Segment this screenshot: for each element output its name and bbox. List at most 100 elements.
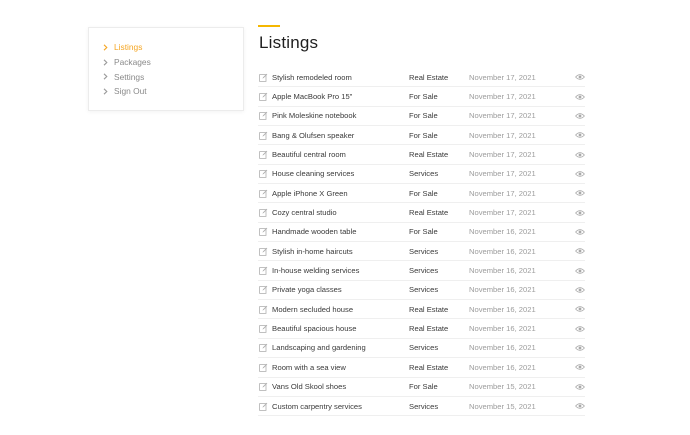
table-row[interactable]: Stylish remodeled room Real Estate Novembe…	[258, 68, 585, 88]
listing-name[interactable]: Beautiful central room	[272, 150, 409, 159]
sidebar-item-packages[interactable]: Packages	[89, 55, 243, 70]
sidebar-item-label: Sign Out	[114, 86, 147, 97]
eye-icon[interactable]	[575, 228, 585, 236]
listing-category: For Sale	[409, 227, 438, 237]
table-row[interactable]: Landscaping and gardening Services Novembe…	[258, 339, 585, 359]
eye-icon[interactable]	[575, 93, 585, 101]
table-row[interactable]: Stylish in-home haircuts Services November…	[258, 242, 585, 262]
edit-icon[interactable]	[259, 382, 268, 391]
eye-icon[interactable]	[575, 247, 585, 255]
listing-name[interactable]: Stylish in-home haircuts	[272, 247, 409, 256]
table-row[interactable]: Apple MacBook Pro 15" For Sale November 17…	[258, 87, 585, 107]
listing-name[interactable]: Modern secluded house	[272, 305, 409, 314]
eye-icon[interactable]	[575, 189, 585, 197]
eye-icon[interactable]	[575, 344, 585, 352]
listing-date: November 16, 2021	[469, 227, 536, 237]
eye-icon[interactable]	[575, 402, 585, 410]
table-row[interactable]: Cozy central studio Real Estate November 1…	[258, 203, 585, 223]
table-row[interactable]: Beautiful central room Real Estate Novembe…	[258, 145, 585, 165]
edit-icon[interactable]	[259, 227, 268, 237]
listing-name[interactable]: Apple MacBook Pro 15"	[272, 92, 409, 101]
listing-name[interactable]: Private yoga classes	[272, 285, 409, 294]
chevron-right-icon	[103, 44, 111, 51]
eye-icon[interactable]	[575, 112, 585, 120]
edit-icon[interactable]	[259, 169, 268, 179]
table-row[interactable]: Custom carpentry services Services Novembe…	[258, 397, 585, 417]
sidebar-item-sign-out[interactable]: Sign Out	[89, 84, 243, 99]
edit-icon[interactable]	[259, 189, 268, 198]
listing-name[interactable]: Bang & Olufsen speaker	[272, 131, 409, 140]
listing-name[interactable]: Stylish remodeled room	[272, 73, 409, 82]
edit-icon[interactable]	[259, 305, 268, 314]
edit-icon[interactable]	[259, 73, 268, 82]
eye-icon[interactable]	[575, 170, 585, 178]
listing-name[interactable]: House cleaning services	[272, 169, 409, 178]
table-row[interactable]: Pink Moleskine notebook For Sale November …	[258, 107, 585, 127]
sidebar-item-label: Settings	[114, 71, 145, 82]
table-row[interactable]: Handmade wooden table For Sale November 16…	[258, 223, 585, 243]
listing-category: For Sale	[409, 130, 438, 140]
listing-date: November 16, 2021	[469, 324, 536, 334]
table-row[interactable]: Beautiful spacious house Real Estate Novem…	[258, 319, 585, 339]
eye-icon[interactable]	[575, 209, 585, 217]
table-row[interactable]: Vans Old Skool shoes For Sale November 15,…	[258, 378, 585, 397]
account-sidebar: Listings Packages Settings Sign Out	[88, 27, 244, 111]
listing-category: Services	[409, 169, 439, 179]
listing-name[interactable]: Room with a sea view	[272, 363, 409, 372]
table-row[interactable]: In-house welding services Services Novembe…	[258, 261, 585, 281]
listing-date: November 15, 2021	[469, 382, 536, 392]
eye-icon[interactable]	[575, 286, 585, 294]
listing-date: November 16, 2021	[469, 285, 536, 295]
listing-category: Real Estate	[409, 150, 449, 160]
table-row[interactable]: Bang & Olufsen speaker For Sale November 1…	[258, 126, 585, 146]
table-row[interactable]: Private yoga classes Services November 16,…	[258, 281, 585, 301]
listing-category: Real Estate	[409, 208, 449, 218]
eye-icon[interactable]	[575, 131, 585, 139]
table-row[interactable]: Apple iPhone X Green For Sale November 17,…	[258, 184, 585, 204]
eye-icon[interactable]	[575, 267, 585, 275]
edit-icon[interactable]	[259, 285, 268, 295]
eye-icon[interactable]	[575, 325, 585, 333]
table-row[interactable]: Room with a sea view Real Estate November …	[258, 358, 585, 378]
eye-icon[interactable]	[575, 363, 585, 371]
listing-name[interactable]: Vans Old Skool shoes	[272, 382, 409, 391]
listing-name[interactable]: Beautiful spacious house	[272, 324, 409, 333]
edit-icon[interactable]	[259, 363, 268, 372]
eye-icon[interactable]	[575, 151, 585, 159]
listing-date: November 17, 2021	[469, 130, 536, 140]
table-row[interactable]: Modern secluded house Real Estate November…	[258, 300, 585, 320]
table-row[interactable]: House cleaning services Services November …	[258, 165, 585, 185]
listing-date: November 17, 2021	[469, 150, 536, 160]
listing-category: For Sale	[409, 188, 438, 198]
title-accent-bar	[258, 25, 280, 27]
listing-category: For Sale	[409, 382, 438, 392]
listing-name[interactable]: In-house welding services	[272, 266, 409, 275]
edit-icon[interactable]	[259, 266, 268, 275]
listing-name[interactable]: Cozy central studio	[272, 208, 409, 217]
listing-name[interactable]: Landscaping and gardening	[272, 343, 409, 352]
listing-date: November 16, 2021	[469, 304, 536, 314]
edit-icon[interactable]	[259, 343, 268, 353]
edit-icon[interactable]	[259, 247, 268, 256]
edit-icon[interactable]	[259, 324, 268, 333]
eye-icon[interactable]	[575, 73, 585, 81]
listing-category: For Sale	[409, 92, 438, 102]
listing-name[interactable]: Pink Moleskine notebook	[272, 111, 409, 120]
eye-icon[interactable]	[575, 305, 585, 313]
sidebar-item-label: Listings	[114, 42, 143, 53]
eye-icon[interactable]	[575, 383, 585, 391]
edit-icon[interactable]	[259, 131, 268, 140]
edit-icon[interactable]	[259, 402, 268, 411]
edit-icon[interactable]	[259, 208, 268, 217]
edit-icon[interactable]	[259, 150, 268, 159]
listing-name[interactable]: Custom carpentry services	[272, 402, 409, 411]
edit-icon[interactable]	[259, 111, 268, 121]
listing-name[interactable]: Apple iPhone X Green	[272, 189, 409, 198]
listing-date: November 16, 2021	[469, 362, 536, 372]
listing-date: November 16, 2021	[469, 266, 536, 276]
listings-list: Stylish remodeled room Real Estate Novembe…	[258, 68, 585, 417]
edit-icon[interactable]	[259, 92, 268, 101]
sidebar-item-listings[interactable]: Listings	[89, 40, 243, 55]
sidebar-item-settings[interactable]: Settings	[89, 69, 243, 84]
listing-name[interactable]: Handmade wooden table	[272, 227, 409, 236]
